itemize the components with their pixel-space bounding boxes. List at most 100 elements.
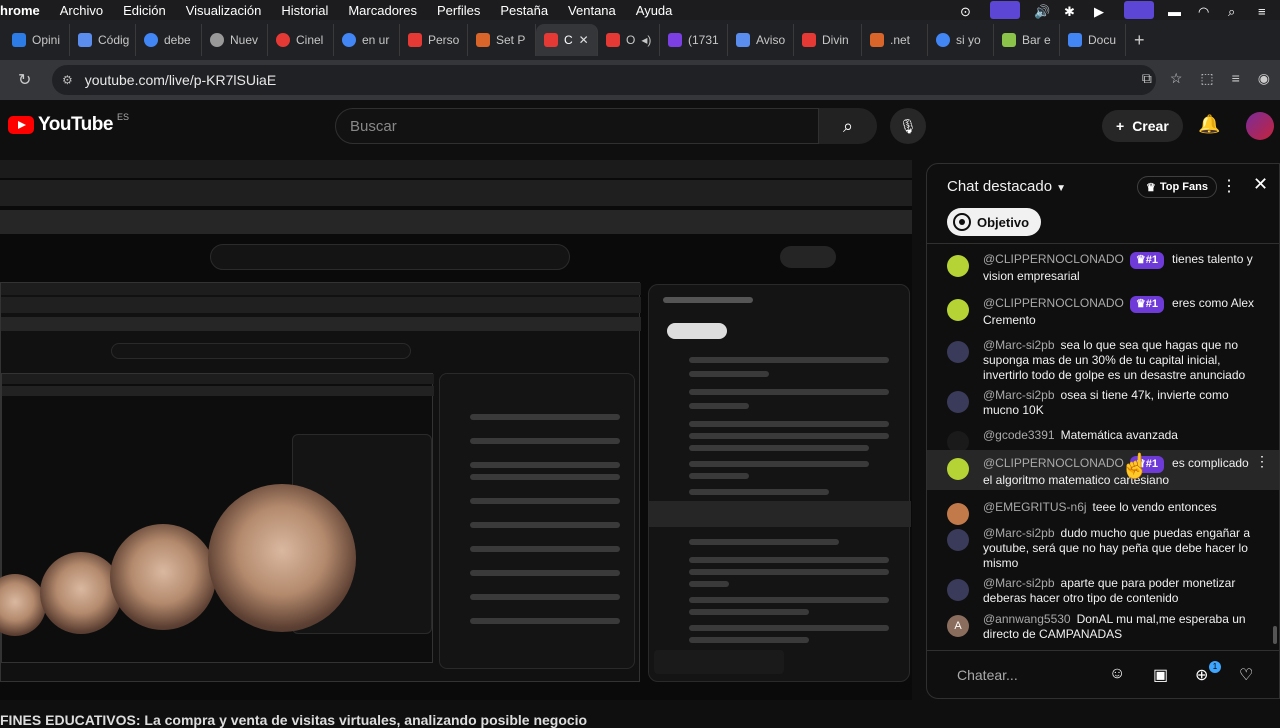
browser-tab[interactable]: (1731 bbox=[660, 24, 728, 56]
super-chat-icon[interactable]: ▣ bbox=[1153, 665, 1168, 685]
toolbar-actions: ⧉ ☆ ⬚ ≡ ◉ bbox=[1142, 70, 1270, 87]
browser-tab[interactable]: Perso bbox=[400, 24, 468, 56]
avatar bbox=[947, 341, 969, 363]
browser-tab-active[interactable]: C ✕ bbox=[536, 24, 598, 56]
bluetooth-icon[interactable]: ✱ bbox=[1064, 4, 1080, 19]
add-icon[interactable]: ⊕ bbox=[1195, 665, 1208, 685]
chat-messages: @CLIPPERNOCLONADO ♛#1 tienes talento y vis… bbox=[927, 246, 1279, 646]
crown-icon: ♛ bbox=[1146, 181, 1156, 194]
chat-message[interactable]: @CLIPPERNOCLONADO ♛#1 eres como Alex Creme… bbox=[927, 296, 1279, 328]
battery-icon[interactable]: ▬ bbox=[1168, 4, 1184, 19]
plus-icon: + bbox=[1116, 118, 1125, 134]
control-center-icon[interactable]: ≡ bbox=[1258, 4, 1274, 19]
profile-icon[interactable]: ◉ bbox=[1258, 70, 1270, 87]
wifi-icon[interactable]: ◠ bbox=[1198, 4, 1214, 19]
video-player[interactable] bbox=[0, 160, 912, 700]
account-avatar[interactable] bbox=[1246, 112, 1274, 140]
chat-message[interactable]: A @annwang5530 DonAL mu mal,me esperaba u… bbox=[927, 612, 1279, 642]
browser-tab[interactable]: Opini bbox=[4, 24, 70, 56]
reading-list-icon[interactable]: ≡ bbox=[1232, 70, 1240, 87]
menu-item[interactable]: Ventana bbox=[568, 3, 616, 18]
browser-tab[interactable]: Set P bbox=[468, 24, 536, 56]
chat-message[interactable]: @Marc-si2pb dudo mucho que puedas engañar… bbox=[927, 526, 1279, 571]
heart-icon[interactable]: ♡ bbox=[1239, 665, 1253, 685]
browser-tab[interactable]: Docu bbox=[1060, 24, 1126, 56]
play-icon[interactable]: ▶ bbox=[1094, 4, 1110, 19]
browser-tab[interactable]: en ur bbox=[334, 24, 400, 56]
menu-item[interactable]: Marcadores bbox=[348, 3, 417, 18]
tab-favicon-icon bbox=[210, 33, 224, 47]
new-tab-button[interactable]: + bbox=[1134, 30, 1145, 51]
volume-icon[interactable]: 🔊 bbox=[1034, 4, 1050, 19]
hand-cursor-icon: ☝ bbox=[1120, 453, 1150, 480]
reload-icon[interactable]: ↻ bbox=[18, 70, 31, 90]
youtube-favicon-icon bbox=[544, 33, 558, 47]
avatar bbox=[947, 458, 969, 480]
chat-header: Chat destacado ▼ ♛ Top Fans ⋮ ✕ Objetivo bbox=[927, 164, 1279, 244]
install-app-icon[interactable]: ⧉ bbox=[1142, 70, 1152, 87]
chat-message[interactable]: @Marc-si2pb sea lo que sea que hagas que … bbox=[927, 338, 1279, 383]
browser-tab[interactable]: si yo bbox=[928, 24, 994, 56]
spotlight-icon[interactable]: ⌕ bbox=[1228, 4, 1244, 19]
browser-tab[interactable]: Nuev bbox=[202, 24, 268, 56]
menu-item[interactable]: Historial bbox=[281, 3, 328, 18]
tab-favicon-icon bbox=[668, 33, 682, 47]
screen-record-icon[interactable]: ⊙ bbox=[960, 4, 976, 19]
youtube-favicon-icon bbox=[802, 33, 816, 47]
bookmark-star-icon[interactable]: ☆ bbox=[1170, 70, 1183, 87]
emoji-icon[interactable]: ☺ bbox=[1109, 665, 1125, 683]
browser-tab[interactable]: Bar e bbox=[994, 24, 1060, 56]
browser-tab[interactable]: Divin bbox=[794, 24, 862, 56]
chat-message[interactable]: @gcode3391 Matemática avanzada bbox=[927, 428, 1279, 453]
browser-tab[interactable]: Aviso bbox=[728, 24, 794, 56]
screen-share-icon[interactable] bbox=[990, 1, 1020, 19]
notifications-bell-icon[interactable]: 🔔 bbox=[1198, 114, 1220, 135]
search-button[interactable]: ⌕ bbox=[819, 108, 877, 144]
avatar bbox=[947, 503, 969, 525]
more-options-icon[interactable]: ⋮ bbox=[1221, 176, 1237, 196]
browser-tab[interactable]: debe bbox=[136, 24, 202, 56]
message-menu-icon[interactable]: ⋮ bbox=[1255, 454, 1269, 469]
create-button[interactable]: + Crear bbox=[1102, 110, 1183, 142]
omnibox[interactable]: ⚙ youtube.com/live/p-KR7lSUiaE bbox=[52, 65, 1156, 95]
chat-message[interactable]: @EMEGRITUS-n6j teee lo vendo entonces bbox=[927, 500, 1279, 525]
browser-tab[interactable]: Cinel bbox=[268, 24, 334, 56]
chat-message[interactable]: @CLIPPERNOCLONADO ♛#1 tienes talento y vis… bbox=[927, 252, 1279, 284]
tab-favicon-icon bbox=[12, 33, 26, 47]
nested-addressbar bbox=[0, 210, 912, 234]
browser-tab[interactable]: O ◂) bbox=[598, 24, 660, 56]
chat-scrollbar[interactable] bbox=[1273, 626, 1277, 644]
avatar bbox=[947, 391, 969, 413]
target-icon bbox=[953, 213, 971, 231]
audio-icon: ◂) bbox=[641, 33, 652, 47]
youtube-play-icon bbox=[8, 116, 34, 134]
chat-input[interactable]: Chatear... bbox=[945, 661, 1165, 689]
webcam-face bbox=[208, 484, 356, 632]
chat-message[interactable]: @Marc-si2pb aparte que para poder monetiz… bbox=[927, 576, 1279, 606]
menu-item[interactable]: Perfiles bbox=[437, 3, 480, 18]
extensions-icon[interactable]: ⬚ bbox=[1200, 70, 1213, 87]
app-menu[interactable]: hrome bbox=[0, 3, 40, 18]
search-input[interactable]: Buscar bbox=[335, 108, 819, 144]
site-info-icon[interactable]: ⚙ bbox=[62, 73, 73, 87]
menu-item[interactable]: Visualización bbox=[186, 3, 262, 18]
close-tab-icon[interactable]: ✕ bbox=[579, 33, 589, 47]
menu-item[interactable]: Pestaña bbox=[500, 3, 548, 18]
objective-chip[interactable]: Objetivo bbox=[947, 208, 1042, 236]
browser-tab[interactable]: .net bbox=[862, 24, 928, 56]
top-fans-button[interactable]: ♛ Top Fans bbox=[1137, 176, 1217, 198]
browser-tab[interactable]: Códig bbox=[70, 24, 136, 56]
menu-item[interactable]: Ayuda bbox=[636, 3, 673, 18]
url-text[interactable]: youtube.com/live/p-KR7lSUiaE bbox=[85, 72, 276, 88]
chat-message-hovered[interactable]: @CLIPPERNOCLONADO ♛#1 es complicado el alg… bbox=[927, 450, 1279, 490]
menu-item[interactable]: Archivo bbox=[60, 3, 103, 18]
mirroring-icon[interactable] bbox=[1124, 1, 1154, 19]
youtube-logo[interactable]: YouTube ES bbox=[8, 112, 129, 136]
live-chat-panel: Chat destacado ▼ ♛ Top Fans ⋮ ✕ Objetivo @… bbox=[926, 163, 1280, 699]
menu-item[interactable]: Edición bbox=[123, 3, 166, 18]
voice-search-button[interactable]: 🎙 bbox=[890, 108, 926, 144]
close-icon[interactable]: ✕ bbox=[1253, 174, 1268, 195]
nested-chat-panel bbox=[648, 284, 911, 682]
chat-mode-dropdown[interactable]: Chat destacado ▼ bbox=[947, 178, 1066, 195]
chat-message[interactable]: @Marc-si2pb osea si tiene 47k, invierte c… bbox=[927, 388, 1279, 418]
